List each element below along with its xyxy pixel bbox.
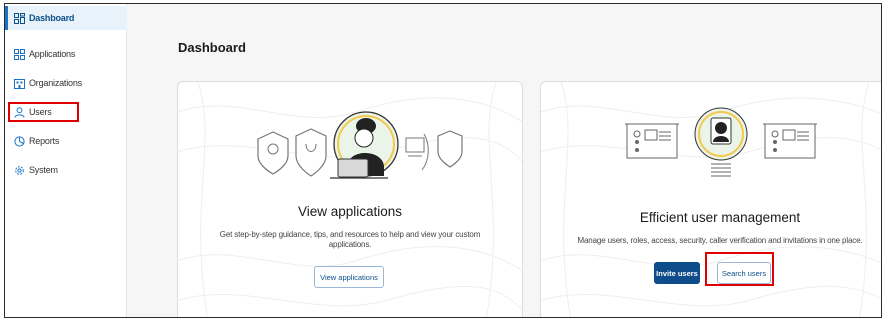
card-title: Efficient user management <box>639 210 801 225</box>
invite-users-button[interactable]: Invite users <box>654 262 700 284</box>
sidebar-item-reports[interactable]: Reports <box>5 129 127 153</box>
card-view-applications: View applications Get step-by-step guida… <box>177 81 523 317</box>
applications-illustration <box>257 111 463 179</box>
sidebar-item-label: Dashboard <box>29 13 75 23</box>
user-management-illustration <box>625 107 817 177</box>
gear-icon <box>13 164 25 176</box>
sidebar-item-dashboard[interactable]: Dashboard <box>5 6 127 30</box>
view-applications-button[interactable]: View applications <box>314 266 384 288</box>
sidebar-item-label: Organizations <box>29 78 82 88</box>
sidebar-item-label: System <box>29 165 58 175</box>
applications-icon <box>13 48 25 60</box>
card-description: Manage users, roles, access, security, c… <box>577 236 863 245</box>
sidebar-item-system[interactable]: System <box>5 158 127 182</box>
sidebar: Dashboard Applications Organizations Use… <box>5 4 127 317</box>
sidebar-item-label: Applications <box>29 49 76 59</box>
sidebar-item-label: Reports <box>29 136 60 146</box>
sidebar-item-applications[interactable]: Applications <box>5 42 127 66</box>
card-description: Get step-by-step guidance, tips, and res… <box>219 230 481 249</box>
reports-icon <box>13 135 25 147</box>
card-title: View applications <box>297 204 403 219</box>
highlight-box <box>8 102 79 122</box>
dashboard-icon <box>13 12 25 24</box>
organizations-icon <box>13 77 25 89</box>
highlight-box <box>705 252 774 286</box>
sidebar-item-organizations[interactable]: Organizations <box>5 71 127 95</box>
page-title: Dashboard <box>178 40 246 55</box>
